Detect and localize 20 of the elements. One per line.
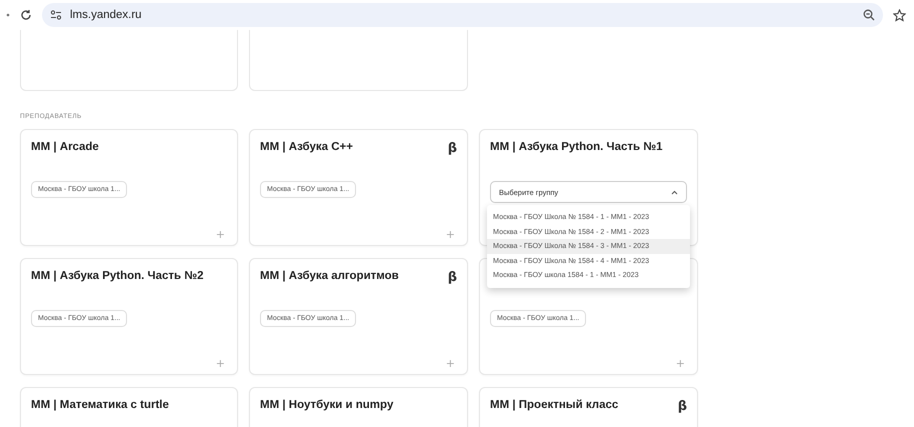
- reload-icon[interactable]: [20, 9, 32, 21]
- course-title: ММ | Математика с turtle: [31, 399, 169, 411]
- course-title: ММ | Азбука алгоритмов: [260, 270, 399, 282]
- course-title: ММ | Азбука Python. Часть №1: [490, 141, 663, 153]
- course-title: ММ | Ноутбуки и numpy: [260, 399, 394, 411]
- course-title: ММ | Азбука Python. Часть №2: [31, 270, 204, 282]
- course-title: ММ | Проектный класс: [490, 399, 618, 411]
- beta-label: β: [678, 399, 687, 414]
- bookmark-star-icon[interactable]: [893, 8, 906, 22]
- course-title: ММ | Arcade: [31, 141, 99, 153]
- course-card[interactable]: ММ | Ноутбуки и numpy: [249, 387, 468, 427]
- url-text[interactable]: lms.yandex.ru: [70, 9, 142, 21]
- beta-label: β: [448, 270, 457, 285]
- course-title: ММ | Азбука С++: [260, 141, 353, 153]
- beta-label: β: [448, 141, 457, 156]
- course-card[interactable]: ММ | Проектный класс β: [479, 387, 698, 427]
- site-settings-icon[interactable]: [50, 10, 62, 20]
- zoom-icon[interactable]: [863, 9, 875, 21]
- course-card[interactable]: ММ | Математика с turtle: [20, 387, 238, 427]
- back-icon[interactable]: [6, 13, 10, 17]
